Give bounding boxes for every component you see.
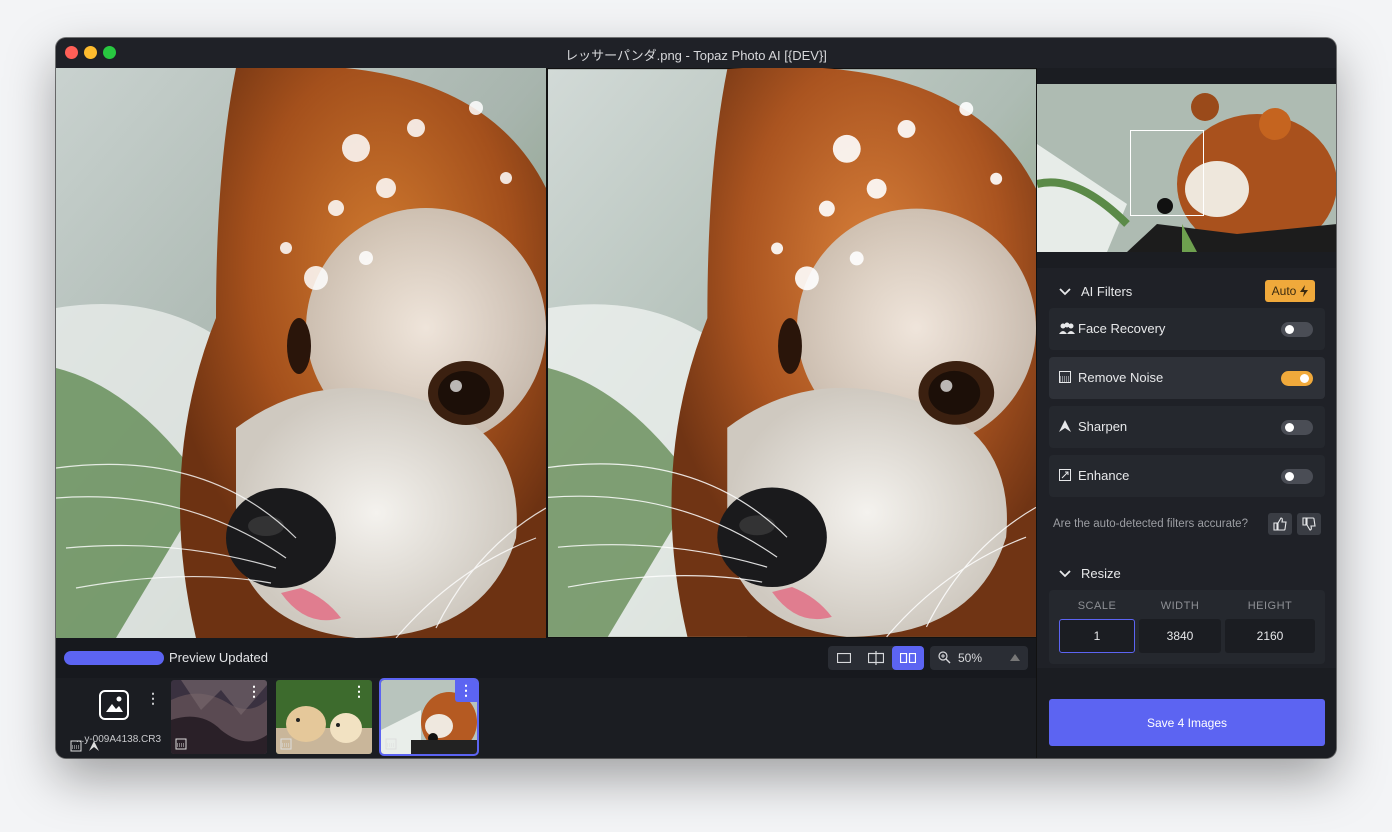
enhance-icon: [1059, 469, 1071, 481]
preview-status-label: Preview Updated: [169, 650, 268, 665]
zoom-icon: [938, 651, 951, 664]
width-label: WIDTH: [1160, 600, 1200, 612]
thumbs-down-icon: [1302, 517, 1316, 531]
view-mode-selector: [828, 646, 924, 670]
noise-badge-icon: [175, 738, 187, 750]
filter-label: Remove Noise: [1078, 370, 1164, 385]
height-label: HEIGHT: [1247, 600, 1293, 612]
sharpen-toggle[interactable]: [1281, 420, 1313, 435]
image-viewer[interactable]: [56, 68, 1036, 638]
original-image-pane[interactable]: [56, 68, 546, 638]
auto-label: Auto: [1271, 284, 1297, 298]
filter-remove-noise[interactable]: Remove Noise: [1049, 357, 1325, 399]
zoom-control[interactable]: 50%: [930, 646, 1028, 670]
image-file-icon: [99, 690, 129, 720]
processed-image-pane[interactable]: [548, 68, 1036, 638]
navigator-preview[interactable]: [1037, 84, 1336, 252]
raw-file-item[interactable]: ⋮ ...y-009A4138.CR3: [70, 686, 161, 752]
right-sidebar: AI Filters Auto Face Recovery Remove Noi…: [1036, 68, 1336, 758]
red-panda-menu-button[interactable]: ⋮: [455, 680, 477, 702]
app-window: レッサーパンダ.png - Topaz Photo AI [{DEV}] Pre…: [56, 38, 1336, 758]
chevron-down-icon: [1059, 569, 1071, 577]
remove-noise-toggle[interactable]: [1281, 371, 1313, 386]
feedback-question: Are the auto-detected filters accurate?: [1053, 518, 1248, 530]
side-by-side-view-button[interactable]: [892, 646, 924, 670]
zoom-dropdown-arrow-icon[interactable]: [1010, 654, 1020, 661]
preview-progress-bar: [64, 651, 164, 665]
lightning-icon: [1300, 285, 1309, 297]
resize-header[interactable]: Resize: [1059, 566, 1121, 581]
auto-button[interactable]: Auto: [1265, 280, 1315, 302]
window-title: レッサーパンダ.png - Topaz Photo AI [{DEV}]: [565, 48, 827, 63]
puppies-menu-button[interactable]: ⋮: [352, 684, 366, 698]
noise-badge-icon: [385, 738, 397, 750]
raw-file-menu-button[interactable]: ⋮: [146, 690, 160, 707]
thumbs-up-icon: [1273, 517, 1287, 531]
noise-badge-icon: [280, 738, 292, 750]
puppies-thumbnail[interactable]: ⋮: [276, 680, 372, 754]
sharpen-badge-icon: [89, 741, 99, 751]
filter-label: Enhance: [1078, 468, 1130, 483]
side-by-side-icon: [900, 653, 916, 663]
ai-filters-title: AI Filters: [1081, 284, 1133, 299]
red-panda-original-image: [56, 68, 546, 638]
face-recovery-toggle[interactable]: [1281, 322, 1313, 337]
enhance-toggle[interactable]: [1281, 469, 1313, 484]
width-input[interactable]: 3840: [1139, 619, 1221, 653]
navigator-viewport-rectangle[interactable]: [1130, 130, 1204, 216]
filter-sharpen[interactable]: Sharpen: [1049, 406, 1325, 448]
filter-label: Face Recovery: [1078, 321, 1166, 336]
sharpen-icon: [1059, 420, 1071, 432]
people-icon: [1059, 322, 1075, 334]
filter-face-recovery[interactable]: Face Recovery: [1049, 308, 1325, 350]
split-view-icon: [868, 651, 884, 665]
height-input[interactable]: 2160: [1225, 619, 1315, 653]
filter-label: Sharpen: [1078, 419, 1128, 434]
red-panda-thumbnail[interactable]: ⋮: [379, 678, 479, 756]
resize-title: Resize: [1081, 566, 1121, 581]
viewer-toolbar: Preview Updated 50%: [56, 638, 1036, 678]
resize-settings: SCALE WIDTH HEIGHT 1 3840 2160: [1049, 590, 1325, 664]
ai-filters-panel: AI Filters Auto Face Recovery Remove Noi…: [1037, 268, 1336, 668]
single-view-icon: [837, 653, 851, 663]
red-panda-processed-image: [548, 68, 1036, 638]
chevron-down-icon: [1059, 287, 1071, 295]
noise-badge-icon: [70, 740, 82, 752]
zoom-value: 50%: [958, 651, 983, 665]
thumbs-up-button[interactable]: [1268, 513, 1292, 535]
split-view-button[interactable]: [860, 646, 892, 670]
thumbs-down-button[interactable]: [1297, 513, 1321, 535]
single-view-button[interactable]: [828, 646, 860, 670]
filmstrip: ⋮ ...y-009A4138.CR3 ⋮ ⋮ ⋮: [56, 678, 1036, 758]
noise-icon: [1059, 371, 1071, 383]
save-images-button[interactable]: Save 4 Images: [1049, 699, 1325, 746]
scale-label: SCALE: [1077, 600, 1117, 612]
canyon-thumbnail[interactable]: ⋮: [171, 680, 267, 754]
ai-filters-header[interactable]: AI Filters: [1059, 284, 1132, 299]
filter-enhance[interactable]: Enhance: [1049, 455, 1325, 497]
scale-input[interactable]: 1: [1059, 619, 1135, 653]
title-bar: レッサーパンダ.png - Topaz Photo AI [{DEV}]: [56, 38, 1336, 69]
canyon-menu-button[interactable]: ⋮: [247, 684, 261, 698]
